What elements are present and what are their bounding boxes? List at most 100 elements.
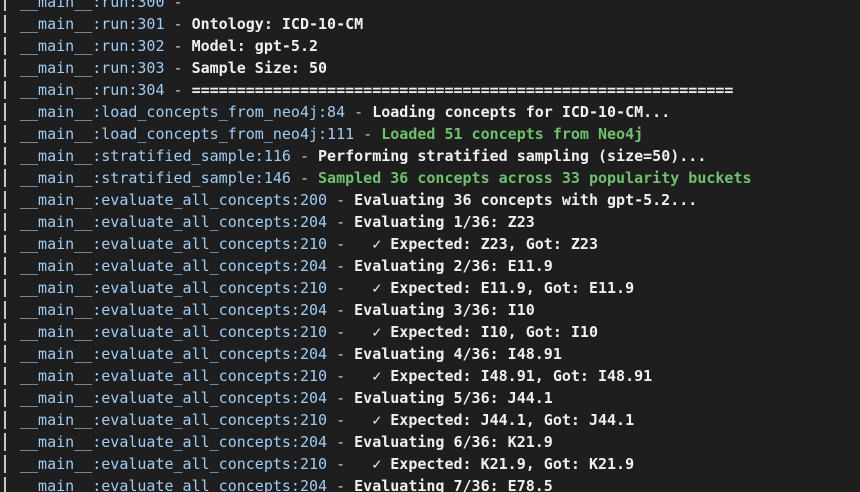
log-separator: -: [164, 59, 192, 77]
log-line: __main__:stratified_sample:146 - Sampled…: [0, 167, 860, 189]
log-line: __main__:evaluate_all_concepts:204 - Eva…: [0, 255, 860, 277]
log-line: __main__:run:303 - Sample Size: 50: [0, 57, 860, 79]
log-separator: -: [290, 147, 319, 165]
log-location: __main__:run:300: [20, 0, 165, 11]
line-gutter-bar: [4, 279, 6, 297]
log-message: Loading concepts for ICD-10-CM...: [372, 103, 671, 121]
log-location: __main__:evaluate_all_concepts:204: [20, 213, 328, 231]
log-location: __main__:evaluate_all_concepts:210: [20, 455, 328, 473]
line-gutter-bar: [4, 345, 6, 363]
log-separator: -: [164, 37, 192, 55]
log-separator: -: [327, 455, 355, 473]
line-gutter-bar: [4, 0, 6, 11]
line-gutter-bar: [4, 191, 6, 209]
log-line: __main__:evaluate_all_concepts:204 - Eva…: [0, 343, 860, 365]
line-gutter-bar: [4, 15, 6, 33]
log-line: __main__:run:301 - Ontology: ICD-10-CM: [0, 13, 860, 35]
log-line: __main__:run:302 - Model: gpt-5.2: [0, 35, 860, 57]
log-line: __main__:evaluate_all_concepts:210 - ✓ E…: [0, 453, 860, 475]
log-message: Evaluating 4/36: I48.91: [354, 345, 562, 363]
line-gutter-bar: [4, 455, 6, 473]
log-location: __main__:run:303: [20, 59, 165, 77]
log-line: __main__:load_concepts_from_neo4j:111 - …: [0, 123, 860, 145]
log-line: __main__:run:304 - =====================…: [0, 79, 860, 101]
line-gutter-bar: [4, 125, 6, 143]
log-separator: -: [327, 235, 355, 253]
terminal-output[interactable]: __main__:run:300 - __main__:run:301 - On…: [0, 0, 860, 492]
log-separator: -: [327, 279, 355, 297]
log-location: __main__:evaluate_all_concepts:200: [20, 191, 328, 209]
log-separator: -: [164, 81, 192, 99]
line-gutter-bar: [4, 367, 6, 385]
log-location: __main__:run:302: [20, 37, 165, 55]
line-gutter-bar: [4, 235, 6, 253]
log-location: __main__:stratified_sample:116: [20, 147, 291, 165]
line-gutter-bar: [4, 257, 6, 275]
log-separator: -: [327, 257, 355, 275]
log-location: __main__:evaluate_all_concepts:204: [20, 389, 328, 407]
log-line: __main__:stratified_sample:116 - Perform…: [0, 145, 860, 167]
log-location: __main__:evaluate_all_concepts:204: [20, 301, 328, 319]
line-gutter-bar: [4, 147, 6, 165]
log-line: __main__:evaluate_all_concepts:210 - ✓ E…: [0, 321, 860, 343]
log-location: __main__:run:304: [20, 81, 165, 99]
line-gutter-bar: [4, 213, 6, 231]
line-gutter-bar: [4, 103, 6, 121]
line-gutter-bar: [4, 301, 6, 319]
log-location: __main__:load_concepts_from_neo4j:84: [20, 103, 346, 121]
log-message-success: Sampled 36 concepts across 33 popularity…: [318, 169, 752, 187]
log-message: Evaluating 36 concepts with gpt-5.2...: [354, 191, 698, 209]
log-message: Performing stratified sampling (size=50)…: [318, 147, 707, 165]
log-separator: -: [327, 389, 355, 407]
log-message-success: Loaded 51 concepts from Neo4j: [381, 125, 644, 143]
log-separator: -: [327, 213, 355, 231]
log-message: ✓ Expected: Z23, Got: Z23: [354, 235, 598, 253]
log-separator: -: [327, 367, 355, 385]
log-message: Evaluating 2/36: E11.9: [354, 257, 553, 275]
log-line: __main__:evaluate_all_concepts:210 - ✓ E…: [0, 277, 860, 299]
line-gutter-bar: [4, 169, 6, 187]
log-message: Model: gpt-5.2: [191, 37, 319, 55]
log-message: Ontology: ICD-10-CM: [191, 15, 364, 33]
log-separator: -: [354, 125, 382, 143]
log-separator: -: [290, 169, 319, 187]
log-separator: -: [164, 0, 192, 11]
log-message: ✓ Expected: K21.9, Got: K21.9: [354, 455, 635, 473]
log-separator: -: [327, 433, 355, 451]
log-line: __main__:evaluate_all_concepts:210 - ✓ E…: [0, 365, 860, 387]
log-line: __main__:evaluate_all_concepts:204 - Eva…: [0, 387, 860, 409]
log-message: ========================================…: [191, 81, 734, 99]
log-location: __main__:run:301: [20, 15, 165, 33]
log-lines: __main__:run:300 - __main__:run:301 - On…: [0, 0, 860, 492]
line-gutter-bar: [4, 433, 6, 451]
log-message: ✓ Expected: E11.9, Got: E11.9: [354, 279, 635, 297]
log-separator: -: [345, 103, 373, 121]
log-line: __main__:evaluate_all_concepts:204 - Eva…: [0, 299, 860, 321]
log-message: Evaluating 5/36: J44.1: [354, 389, 553, 407]
log-separator: -: [327, 411, 355, 429]
log-location: __main__:evaluate_all_concepts:204: [20, 345, 328, 363]
log-message: Evaluating 7/36: E78.5: [354, 477, 553, 492]
log-message: Evaluating 6/36: K21.9: [354, 433, 553, 451]
log-location: __main__:evaluate_all_concepts:210: [20, 235, 328, 253]
line-gutter-bar: [4, 323, 6, 341]
line-gutter-bar: [4, 37, 6, 55]
log-location: __main__:evaluate_all_concepts:204: [20, 257, 328, 275]
log-line: __main__:evaluate_all_concepts:204 - Eva…: [0, 431, 860, 453]
log-separator: -: [327, 477, 355, 492]
log-separator: -: [327, 191, 355, 209]
line-gutter-bar: [4, 411, 6, 429]
log-line: __main__:evaluate_all_concepts:210 - ✓ E…: [0, 233, 860, 255]
line-gutter-bar: [4, 389, 6, 407]
log-message: ✓ Expected: J44.1, Got: J44.1: [354, 411, 635, 429]
log-separator: -: [327, 323, 355, 341]
log-message: Sample Size: 50: [191, 59, 328, 77]
log-location: __main__:load_concepts_from_neo4j:111: [20, 125, 355, 143]
log-message: Evaluating 3/36: I10: [354, 301, 535, 319]
log-line: __main__:evaluate_all_concepts:204 - Eva…: [0, 475, 860, 492]
line-gutter-bar: [4, 81, 6, 99]
log-location: __main__:evaluate_all_concepts:210: [20, 367, 328, 385]
log-location: __main__:evaluate_all_concepts:210: [20, 323, 328, 341]
log-message: ✓ Expected: I10, Got: I10: [354, 323, 598, 341]
log-separator: -: [327, 345, 355, 363]
